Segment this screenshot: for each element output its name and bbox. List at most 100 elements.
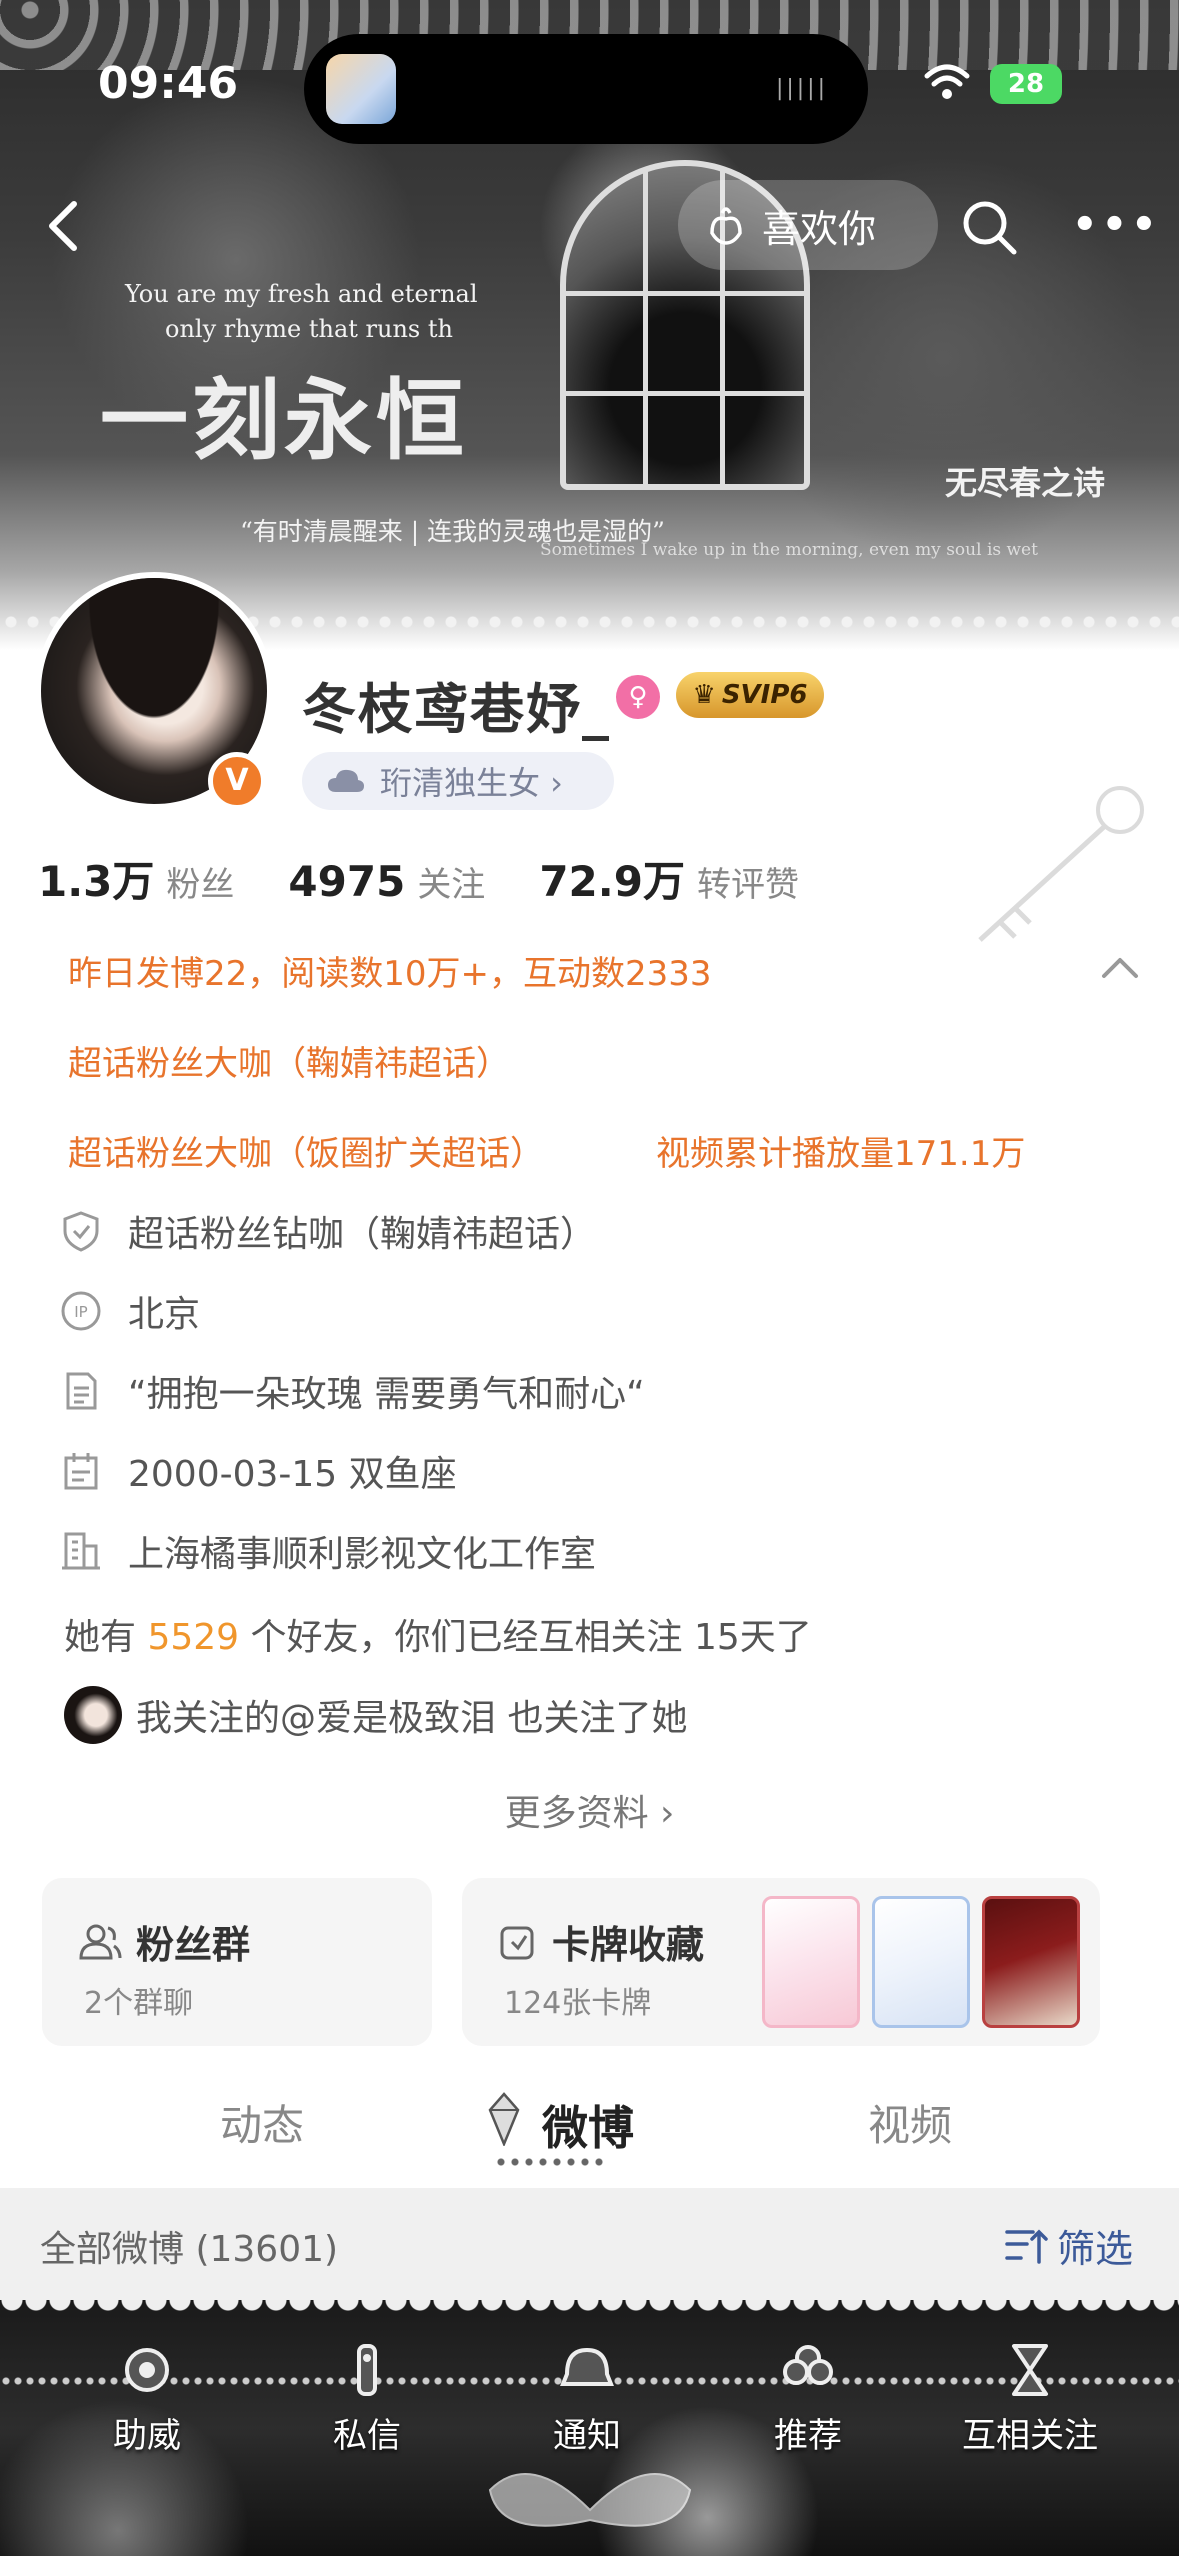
- stat-likes[interactable]: 72.9万 转评赞: [539, 848, 799, 909]
- hand-heart-icon: [710, 207, 742, 245]
- banner-text-line2: only rhyme that runs th: [165, 315, 453, 343]
- info-text: 北京: [128, 1294, 201, 1335]
- banner-quote-sub: Sometimes I wake up in the morning, even…: [540, 540, 1038, 560]
- calendar-icon: [64, 1453, 98, 1490]
- mutual-follow-row[interactable]: 我关注的@爱是极致泪 也关注了她: [64, 1686, 687, 1744]
- battery-indicator: 28: [990, 64, 1062, 104]
- fan-tag-pill[interactable]: 珩清独生女 ›: [302, 752, 614, 810]
- avatar: [64, 1686, 122, 1744]
- stat-label: 关注: [417, 865, 486, 905]
- card-subtitle: 124张卡牌: [504, 1986, 652, 2021]
- all-posts-count[interactable]: 全部微博 (13601): [40, 2220, 338, 2272]
- info-superfan-diamond[interactable]: 超话粉丝钻咖（鞠婧祎超话）: [60, 1205, 596, 1257]
- superfan-badge-1[interactable]: 超话粉丝大咖（鞠婧祎超话）: [68, 1036, 510, 1085]
- card-collection-icon: [500, 1926, 534, 1959]
- stat-label: 转评赞: [696, 865, 799, 905]
- friends-suffix: 个好友，你们已经互相关注 15天了: [239, 1617, 812, 1658]
- mutual-friends-summary[interactable]: 她有 5529 个好友，你们已经互相关注 15天了: [64, 1608, 812, 1660]
- mutual-follow-text: 我关注的@爱是极致泪 也关注了她: [136, 1698, 688, 1739]
- building-icon: [62, 1532, 100, 1570]
- gem-decoration-icon: [488, 2092, 520, 2146]
- like-you-button[interactable]: 喜欢你: [678, 180, 938, 270]
- fan-tag-label: 珩清独生女 ›: [380, 764, 563, 802]
- tab-video[interactable]: 视频: [868, 2092, 952, 2153]
- crown-icon: ♛: [692, 680, 716, 710]
- active-tab-indicator: [494, 2152, 604, 2172]
- tab-dynamics[interactable]: 动态: [220, 2092, 304, 2153]
- hourglass-icon: [1012, 2344, 1048, 2396]
- profile-tabs: 动态 微博 视频: [0, 2080, 1179, 2190]
- notification-icon: [560, 2347, 614, 2386]
- stat-following[interactable]: 4975 关注: [288, 857, 485, 906]
- feed-filter-bar: 全部微博 (13601) 筛选: [0, 2188, 1179, 2300]
- ip-location-icon: IP: [61, 1291, 101, 1331]
- info-text: 2000-03-15 双鱼座: [128, 1454, 457, 1495]
- more-info-link[interactable]: 更多资料 ›: [0, 1784, 1179, 1836]
- cloud-icon: [328, 769, 364, 792]
- yesterday-stats[interactable]: 昨日发博22，阅读数10万+，互动数2333: [68, 946, 712, 995]
- audio-wave-icon: |||||: [775, 76, 828, 101]
- notification-button[interactable]: 通知: [512, 2340, 662, 2457]
- stat-value: 72.9万: [539, 857, 685, 906]
- document-icon: [66, 1372, 97, 1410]
- filter-label: 筛选: [1056, 2227, 1133, 2271]
- info-text: 上海橘事顺利影视文化工作室: [128, 1534, 597, 1575]
- bottom-label: 私信: [333, 2416, 401, 2456]
- message-button[interactable]: 私信: [292, 2340, 442, 2457]
- more-options-icon[interactable]: •••: [1072, 205, 1157, 245]
- card-collection-card[interactable]: 卡牌收藏 124张卡牌: [462, 1878, 1100, 2046]
- clover-icon: [783, 2345, 833, 2385]
- filter-button[interactable]: 筛选: [1005, 2218, 1133, 2273]
- tab-weibo[interactable]: 微博: [542, 2092, 634, 2158]
- butterfly-decoration-icon: [488, 2473, 692, 2527]
- female-gender-icon: ♀: [616, 675, 660, 719]
- video-plays[interactable]: 视频累计播放量171.1万: [656, 1126, 1025, 1175]
- stat-value: 1.3万: [38, 857, 155, 906]
- info-ip-location: IP 北京: [60, 1285, 200, 1337]
- back-icon[interactable]: [36, 196, 96, 256]
- verified-badge-icon[interactable]: V: [208, 752, 266, 810]
- bottom-label: 互相关注: [962, 2416, 1098, 2456]
- stat-label: 粉丝: [166, 865, 235, 905]
- filter-icon: [1005, 2229, 1048, 2264]
- info-text: “拥抱一朵玫瑰 需要勇气和耐心“: [128, 1374, 645, 1415]
- search-icon[interactable]: [958, 196, 1020, 258]
- like-you-label: 喜欢你: [762, 206, 877, 251]
- card-thumbnail[interactable]: [982, 1896, 1080, 2028]
- stat-value: 4975: [288, 857, 406, 906]
- wifi-icon: [924, 64, 970, 99]
- dynamic-island[interactable]: |||||: [304, 34, 868, 144]
- banner-text-line1: You are my fresh and eternal: [125, 280, 478, 308]
- lace-decoration: [0, 2300, 1179, 2326]
- info-company[interactable]: 上海橘事顺利影视文化工作室: [60, 1525, 596, 1577]
- username: 冬枝鸢巷妤_: [302, 678, 611, 741]
- fans-group-card[interactable]: 粉丝群 2个群聊: [42, 1878, 432, 2046]
- group-users-icon: [79, 1924, 122, 1959]
- bottom-label: 助威: [113, 2416, 181, 2456]
- friends-count: 5529: [147, 1617, 240, 1658]
- chevron-up-icon[interactable]: [1100, 952, 1140, 982]
- svip-label: SVIP6: [721, 680, 808, 710]
- stat-followers[interactable]: 1.3万 粉丝: [38, 848, 234, 909]
- superfan-badge-2[interactable]: 超话粉丝大咖（饭圈扩关超话）: [68, 1126, 544, 1175]
- recommend-button[interactable]: 推荐: [733, 2340, 883, 2457]
- card-title-text: 粉丝群: [136, 1923, 251, 1967]
- key-decoration-icon: [978, 786, 1144, 942]
- info-bio: “拥抱一朵玫瑰 需要勇气和耐心“: [60, 1365, 645, 1417]
- banner-title-art: 一刻永恒: [100, 368, 469, 472]
- cheer-button[interactable]: 助威: [72, 2340, 222, 2457]
- bottom-label: 通知: [553, 2416, 621, 2456]
- card-collection-title: 卡牌收藏: [498, 1914, 704, 1969]
- message-icon: [357, 2344, 377, 2396]
- profile-stats: 1.3万 粉丝 4975 关注 72.9万 转评赞: [38, 848, 799, 909]
- status-time: 09:46: [98, 58, 239, 109]
- card-thumbnail[interactable]: [872, 1896, 970, 2028]
- now-playing-app-icon: [326, 54, 396, 124]
- svip-badge[interactable]: ♛ SVIP6: [676, 672, 824, 718]
- card-subtitle: 2个群聊: [84, 1986, 194, 2021]
- info-birthday: 2000-03-15 双鱼座: [60, 1445, 457, 1497]
- card-title-text: 卡牌收藏: [552, 1923, 705, 1967]
- fans-group-title: 粉丝群: [78, 1914, 250, 1969]
- card-thumbnail[interactable]: [762, 1896, 860, 2028]
- mutual-follow-button[interactable]: 互相关注: [955, 2340, 1105, 2457]
